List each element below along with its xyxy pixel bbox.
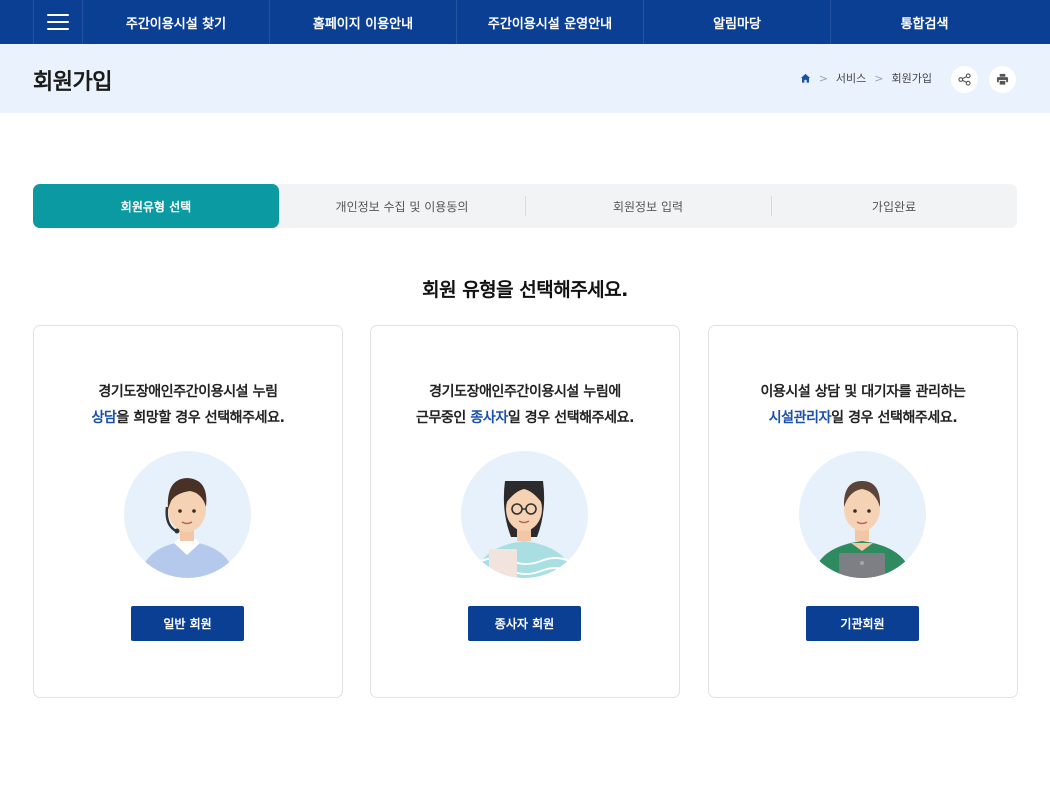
card-text-line2: 상담을 희망할 경우 선택해주세요. [34, 405, 342, 431]
card-text-line1: 경기도장애인주간이용시설 누림에 [429, 384, 621, 400]
card-description: 이용시설 상담 및 대기자를 관리하는 시설관리자일 경우 선택해주세요. [709, 379, 1017, 431]
staff-member-button[interactable]: 종사자 회원 [468, 606, 581, 641]
card-text-highlight: 종사자 [470, 410, 508, 426]
card-text-rest: 일 경우 선택해주세요. [831, 410, 958, 426]
card-text-rest: 을 희망할 경우 선택해주세요. [116, 410, 285, 426]
step-member-info: 회원정보 입력 [612, 199, 684, 214]
card-text-line1: 경기도장애인주간이용시설 누림 [98, 384, 278, 400]
home-icon[interactable] [800, 73, 811, 84]
manager-avatar-image [799, 451, 926, 578]
breadcrumb-service[interactable]: 서비스 [836, 70, 866, 86]
card-text-prefix: 근무중인 [415, 410, 471, 426]
staff-avatar-image [461, 451, 588, 578]
hamburger-menu-icon[interactable] [33, 0, 83, 44]
member-type-card-facility: 이용시설 상담 및 대기자를 관리하는 시설관리자일 경우 선택해주세요. 기관… [708, 325, 1018, 698]
page-header: 회원가입 > 서비스 > 회원가입 [0, 44, 1050, 113]
chevron-right-icon: > [818, 71, 828, 85]
section-heading: 회원 유형을 선택해주세요. [422, 279, 628, 301]
nav-item-integrated-search[interactable]: 통합검색 [831, 0, 1018, 44]
card-text-highlight: 시설관리자 [768, 410, 832, 426]
card-text-line1: 이용시설 상담 및 대기자를 관리하는 [760, 384, 966, 400]
signup-steps: 회원유형 선택 개인정보 수집 및 이용동의 회원정보 입력 가입완료 [33, 184, 1017, 228]
share-icon [958, 73, 971, 86]
chevron-right-icon: > [874, 71, 884, 85]
top-navigation: 주간이용시설 찾기 홈페이지 이용안내 주간이용시설 운영안내 알림마당 통합검… [0, 0, 1050, 44]
general-member-button[interactable]: 일반 회원 [131, 606, 244, 641]
step-complete: 가입완료 [871, 199, 917, 214]
counselor-avatar-image [124, 451, 251, 578]
nav-item-facility-search[interactable]: 주간이용시설 찾기 [83, 0, 270, 44]
nav-item-operation-guide[interactable]: 주간이용시설 운영안내 [457, 0, 644, 44]
card-text-highlight: 상담 [91, 410, 117, 426]
nav-item-site-guide[interactable]: 홈페이지 이용안내 [270, 0, 457, 44]
share-button[interactable] [951, 66, 978, 93]
print-button[interactable] [989, 66, 1016, 93]
member-type-card-general: 경기도장애인주간이용시설 누림 상담을 희망할 경우 선택해주세요. 일반 회원 [33, 325, 343, 698]
breadcrumb: > 서비스 > 회원가입 [800, 70, 932, 86]
member-type-card-staff: 경기도장애인주간이용시설 누림에 근무중인 종사자일 경우 선택해주세요. 종사… [370, 325, 680, 698]
page-title: 회원가입 [33, 70, 112, 95]
card-description: 경기도장애인주간이용시설 누림 상담을 희망할 경우 선택해주세요. [34, 379, 342, 431]
step-privacy-consent: 개인정보 수집 및 이용동의 [335, 199, 469, 214]
card-text-line2: 근무중인 종사자일 경우 선택해주세요. [371, 405, 679, 431]
institution-member-button[interactable]: 기관회원 [806, 606, 919, 641]
card-text-line2: 시설관리자일 경우 선택해주세요. [709, 405, 1017, 431]
print-icon [996, 73, 1009, 86]
nav-item-notice[interactable]: 알림마당 [644, 0, 831, 44]
card-text-rest: 일 경우 선택해주세요. [507, 410, 635, 426]
step-member-type: 회원유형 선택 [33, 184, 279, 228]
breadcrumb-current: 회원가입 [891, 72, 932, 85]
card-description: 경기도장애인주간이용시설 누림에 근무중인 종사자일 경우 선택해주세요. [371, 379, 679, 431]
